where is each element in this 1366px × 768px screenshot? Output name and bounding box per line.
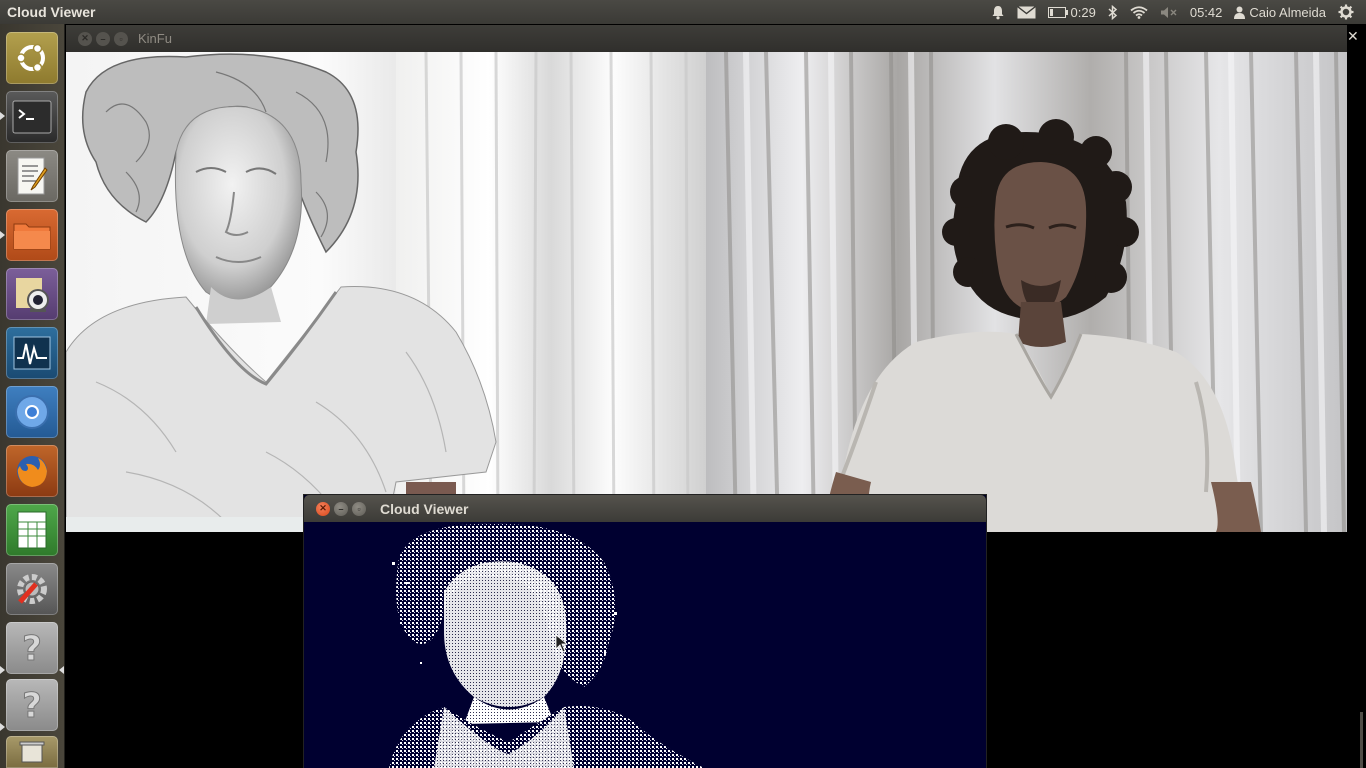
question-mark-icon: ? xyxy=(22,629,43,669)
svg-text:?: ? xyxy=(22,629,42,668)
scrollbar-indicator[interactable] xyxy=(1360,712,1363,768)
point-cloud-canvas[interactable] xyxy=(304,522,986,768)
launcher-unknown-app-2[interactable]: ? xyxy=(6,679,58,731)
desktop: Cloud Viewer 0:29 05:42 Caio Almeida ? ?… xyxy=(0,0,1366,768)
maximize-icon: ▫ xyxy=(357,503,361,514)
battery-icon xyxy=(1047,6,1068,18)
launcher-dash-home[interactable] xyxy=(6,32,58,84)
launcher-firefox[interactable] xyxy=(6,445,58,497)
terminal-icon xyxy=(12,100,52,134)
minimize-icon: – xyxy=(338,503,344,514)
battery-indicator[interactable]: 0:29 xyxy=(1042,0,1102,24)
user-icon xyxy=(1234,6,1246,19)
battery-time: 0:29 xyxy=(1070,4,1096,20)
top-panel: Cloud Viewer 0:29 05:42 Caio Almeida xyxy=(0,0,1366,24)
maximize-icon: ▫ xyxy=(119,33,123,44)
kinfu-window-title: KinFu xyxy=(138,31,172,46)
trash-icon xyxy=(19,741,45,763)
kinfu-minimize-button[interactable]: – xyxy=(96,31,110,46)
launcher-cheese-webcam[interactable] xyxy=(6,268,58,320)
point-cloud-render xyxy=(389,523,704,768)
kinfu-titlebar[interactable]: ✕ – ▫ KinFu xyxy=(66,25,1347,52)
notification-bell-icon[interactable] xyxy=(985,0,1011,24)
kinfu-close-button[interactable]: ✕ xyxy=(78,31,92,46)
user-name: Caio Almeida xyxy=(1249,4,1326,20)
cloud-viewer-titlebar[interactable]: ✕ – ▫ Cloud Viewer xyxy=(304,495,986,522)
folder-icon xyxy=(13,223,51,250)
camera-image xyxy=(706,52,1347,532)
clock[interactable]: 05:42 xyxy=(1184,0,1229,24)
cloud-viewer-maximize-button[interactable]: ▫ xyxy=(352,501,366,516)
volume-muted-icon[interactable] xyxy=(1154,0,1184,24)
webcam-icon xyxy=(16,278,49,312)
cloud-viewer-close-button[interactable]: ✕ xyxy=(316,501,330,516)
kinfu-rgb-camera-view xyxy=(706,52,1347,532)
text-editor-icon xyxy=(17,157,48,195)
close-icon: ✕ xyxy=(319,503,327,513)
launcher-system-settings[interactable] xyxy=(6,563,58,615)
cloud-viewer-window: ✕ – ▫ Cloud Viewer xyxy=(303,494,987,768)
launcher-unknown-app-1[interactable]: ? xyxy=(6,622,58,674)
kinfu-reconstruction-view xyxy=(66,52,706,532)
edge-close-icon[interactable]: ✕ xyxy=(1347,28,1359,45)
cloud-viewer-minimize-button[interactable]: – xyxy=(334,501,348,516)
mail-icon[interactable] xyxy=(1011,0,1042,24)
system-monitor-icon xyxy=(13,336,51,370)
bluetooth-icon[interactable] xyxy=(1102,0,1124,24)
launcher-files[interactable] xyxy=(6,209,58,261)
close-icon: ✕ xyxy=(81,33,89,43)
wifi-icon[interactable] xyxy=(1124,0,1154,24)
session-gear-icon[interactable] xyxy=(1332,0,1360,24)
svg-text:?: ? xyxy=(22,686,42,725)
active-app-title: Cloud Viewer xyxy=(7,4,96,20)
launcher-spreadsheet[interactable] xyxy=(6,504,58,556)
spreadsheet-icon xyxy=(17,511,47,549)
cloud-viewer-window-title: Cloud Viewer xyxy=(380,500,469,517)
firefox-icon xyxy=(17,456,47,487)
launcher-text-editor[interactable] xyxy=(6,150,58,202)
minimize-icon: – xyxy=(100,33,106,44)
chromium-icon xyxy=(15,395,49,429)
settings-icon xyxy=(17,574,47,604)
user-menu[interactable]: Caio Almeida xyxy=(1228,0,1332,24)
reconstruction-image xyxy=(66,52,706,532)
question-mark-icon: ? xyxy=(22,686,43,726)
launcher-terminal[interactable] xyxy=(6,91,58,143)
launcher-system-monitor[interactable] xyxy=(6,327,58,379)
launcher: ? ? xyxy=(0,24,65,768)
indicator-area: 0:29 05:42 Caio Almeida xyxy=(985,0,1360,24)
launcher-chromium[interactable] xyxy=(6,386,58,438)
launcher-trash[interactable] xyxy=(6,736,58,768)
kinfu-maximize-button[interactable]: ▫ xyxy=(114,31,128,46)
ubuntu-logo-icon xyxy=(16,43,45,73)
